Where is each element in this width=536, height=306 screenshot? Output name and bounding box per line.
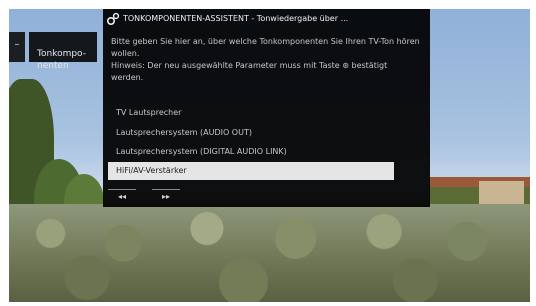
option-label: Lautsprechersystem (DIGITAL AUDIO LINK)	[116, 147, 287, 156]
hint-text: Hinweis: Der neu ausgewählte Parameter m…	[111, 61, 388, 82]
back-tab-symbol: –	[14, 39, 20, 50]
dialog-description: Bitte geben Sie hier an, über welche Ton…	[111, 36, 421, 84]
menu-back-tab[interactable]: –	[9, 32, 25, 62]
option-audio-out[interactable]: Lautsprechersystem (AUDIO OUT)	[108, 124, 394, 142]
option-label: HiFi/AV-Verstärker	[116, 166, 187, 175]
nav-prev-button[interactable]: ◂◂	[108, 189, 136, 204]
nav-next-button[interactable]: ▸▸	[152, 189, 180, 204]
gear-icon	[106, 12, 120, 26]
assistant-dialog: TONKOMPONENTEN-ASSISTENT - Tonwiedergabe…	[103, 9, 430, 207]
rewind-icon: ◂◂	[117, 192, 127, 201]
option-tv-lautsprecher[interactable]: TV Lautsprecher	[108, 104, 394, 122]
option-label: Lautsprechersystem (AUDIO OUT)	[116, 128, 252, 137]
dialog-titlebar: TONKOMPONENTEN-ASSISTENT - Tonwiedergabe…	[103, 9, 430, 29]
option-hifi-av-verstaerker[interactable]: HiFi/AV-Verstärker	[108, 162, 394, 180]
option-label: TV Lautsprecher	[116, 108, 182, 117]
option-digital-audio-link[interactable]: Lautsprechersystem (DIGITAL AUDIO LINK)	[108, 143, 394, 161]
background-olive-grove	[9, 204, 530, 302]
description-text: Bitte geben Sie hier an, über welche Ton…	[111, 37, 420, 58]
sidebar-item-tonkomponenten[interactable]: Tonkompo- nenten	[29, 32, 97, 71]
fast-forward-icon: ▸▸	[161, 192, 171, 201]
dialog-title: TONKOMPONENTEN-ASSISTENT - Tonwiedergabe…	[123, 14, 349, 23]
